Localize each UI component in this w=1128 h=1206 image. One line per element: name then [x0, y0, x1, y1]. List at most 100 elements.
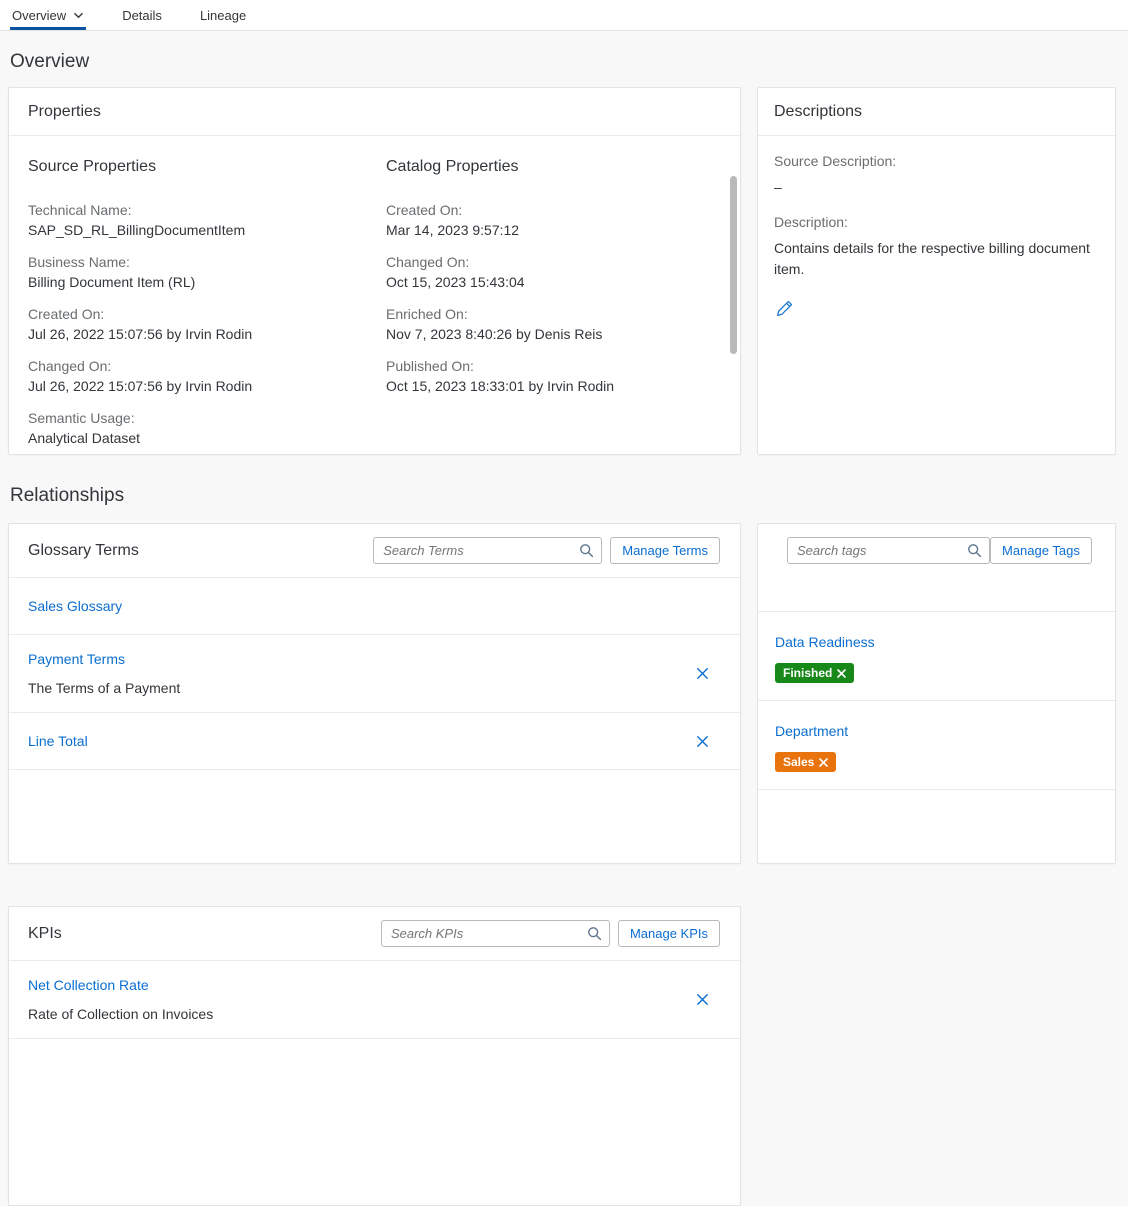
relationships-section: Glossary Terms Manage Terms Sales Glossa…: [8, 523, 1116, 864]
glossary-term-description: The Terms of a Payment: [28, 678, 693, 698]
kpis-card: KPIs Manage KPIs Net Collection Rate Rat…: [8, 906, 741, 1206]
field-value: SAP_SD_RL_BillingDocumentItem: [28, 220, 386, 240]
edit-icon[interactable]: [776, 300, 793, 317]
page-content: Overview Properties Source Properties Te…: [0, 51, 1128, 1206]
remove-kpi-button[interactable]: [693, 990, 712, 1009]
field-published-on: Published On: Oct 15, 2023 18:33:01 by I…: [386, 356, 714, 396]
search-icon[interactable]: [579, 543, 594, 558]
tags-header: Manage Tags: [758, 524, 1115, 612]
field-label: Enriched On:: [386, 304, 714, 324]
field-value: Jul 26, 2022 15:07:56 by Irvin Rodin: [28, 324, 386, 344]
source-description-value: –: [774, 177, 1099, 198]
kpis-search-input[interactable]: [381, 920, 610, 947]
properties-scrollbar-thumb[interactable]: [730, 176, 737, 354]
description-label: Description:: [774, 212, 1099, 232]
field-label: Business Name:: [28, 252, 386, 272]
properties-card: Properties Source Properties Technical N…: [8, 87, 741, 455]
field-value: Billing Document Item (RL): [28, 272, 386, 292]
kpi-item-main: Net Collection Rate Rate of Collection o…: [28, 975, 693, 1024]
glossary-term-link[interactable]: Sales Glossary: [28, 596, 712, 616]
glossary-item-main: Payment Terms The Terms of a Payment: [28, 649, 693, 698]
chevron-down-icon[interactable]: [73, 12, 84, 19]
description-value: Contains details for the respective bill…: [774, 238, 1099, 280]
field-value: Mar 14, 2023 9:57:12: [386, 220, 714, 240]
close-icon: [696, 993, 709, 1006]
glossary-card-title: Glossary Terms: [28, 537, 139, 564]
tag-badge: Finished: [775, 663, 854, 683]
source-properties-title: Source Properties: [28, 156, 386, 178]
glossary-term-link[interactable]: Line Total: [28, 731, 693, 751]
top-section: Properties Source Properties Technical N…: [8, 87, 1116, 455]
tab-overview[interactable]: Overview: [10, 0, 86, 30]
glossary-term-link[interactable]: Payment Terms: [28, 649, 693, 669]
glossary-item-main: Sales Glossary: [28, 596, 712, 616]
tag-group-data-readiness: Data Readiness Finished: [758, 612, 1115, 701]
glossary-item-main: Line Total: [28, 731, 693, 751]
kpi-section-spacer: [757, 906, 1116, 1206]
field-label: Created On:: [386, 200, 714, 220]
field-value: Jul 26, 2022 15:07:56 by Irvin Rodin: [28, 376, 386, 396]
tags-card: Manage Tags Data Readiness Finished Depa…: [757, 523, 1116, 864]
field-catalog-changed-on: Changed On: Oct 15, 2023 15:43:04: [386, 252, 714, 292]
tab-bar: Overview Details Lineage: [0, 0, 1128, 31]
close-icon: [696, 735, 709, 748]
field-value: Oct 15, 2023 15:43:04: [386, 272, 714, 292]
remove-term-button[interactable]: [693, 732, 712, 751]
tag-group-link[interactable]: Data Readiness: [775, 632, 1088, 652]
tags-search: [787, 537, 990, 564]
properties-card-title: Properties: [9, 88, 740, 136]
kpis-header: KPIs Manage KPIs: [9, 907, 740, 961]
field-label: Changed On:: [28, 356, 386, 376]
source-description-label: Source Description:: [774, 151, 1099, 171]
manage-tags-button[interactable]: Manage Tags: [990, 537, 1092, 564]
search-icon[interactable]: [967, 543, 982, 558]
field-label: Changed On:: [386, 252, 714, 272]
manage-terms-button[interactable]: Manage Terms: [610, 537, 720, 564]
field-value: Oct 15, 2023 18:33:01 by Irvin Rodin: [386, 376, 714, 396]
glossary-item-sales-glossary: Sales Glossary: [9, 578, 740, 635]
catalog-properties-column: Catalog Properties Created On: Mar 14, 2…: [386, 156, 714, 455]
field-source-created-on: Created On: Jul 26, 2022 15:07:56 by Irv…: [28, 304, 386, 344]
search-icon[interactable]: [587, 926, 602, 941]
remove-term-button[interactable]: [693, 664, 712, 683]
glossary-terms-card: Glossary Terms Manage Terms Sales Glossa…: [8, 523, 741, 864]
terms-search-input[interactable]: [373, 537, 602, 564]
tags-search-input[interactable]: [787, 537, 990, 564]
tag-badge-label: Finished: [783, 666, 832, 680]
kpi-item-net-collection-rate: Net Collection Rate Rate of Collection o…: [9, 961, 740, 1039]
kpi-description: Rate of Collection on Invoices: [28, 1004, 693, 1024]
source-properties-column: Source Properties Technical Name: SAP_SD…: [28, 156, 386, 455]
catalog-properties-title: Catalog Properties: [386, 156, 714, 178]
tab-lineage[interactable]: Lineage: [198, 0, 248, 30]
properties-body: Source Properties Technical Name: SAP_SD…: [9, 136, 740, 455]
manage-kpis-button[interactable]: Manage KPIs: [618, 920, 720, 947]
kpis-card-title: KPIs: [28, 920, 62, 947]
glossary-item-line-total: Line Total: [9, 713, 740, 770]
kpis-search: [381, 920, 610, 947]
field-label: Semantic Usage:: [28, 408, 386, 428]
relationships-title: Relationships: [10, 485, 1116, 507]
field-technical-name: Technical Name: SAP_SD_RL_BillingDocumen…: [28, 200, 386, 240]
tab-details-label: Details: [122, 8, 162, 23]
kpi-link[interactable]: Net Collection Rate: [28, 975, 693, 995]
remove-tag-icon[interactable]: [837, 669, 846, 678]
glossary-item-payment-terms: Payment Terms The Terms of a Payment: [9, 635, 740, 713]
field-catalog-created-on: Created On: Mar 14, 2023 9:57:12: [386, 200, 714, 240]
descriptions-card-title: Descriptions: [758, 88, 1115, 136]
field-semantic-usage: Semantic Usage: Analytical Dataset: [28, 408, 386, 448]
tag-group-link[interactable]: Department: [775, 721, 1088, 741]
remove-tag-icon[interactable]: [819, 758, 828, 767]
field-value: Analytical Dataset: [28, 428, 386, 448]
tab-overview-label: Overview: [12, 8, 66, 23]
descriptions-card: Descriptions Source Description: – Descr…: [757, 87, 1116, 455]
kpi-section: KPIs Manage KPIs Net Collection Rate Rat…: [8, 906, 1116, 1206]
tab-details[interactable]: Details: [120, 0, 164, 30]
field-label: Technical Name:: [28, 200, 386, 220]
tag-group-department: Department Sales: [758, 701, 1115, 790]
close-icon: [696, 667, 709, 680]
field-enriched-on: Enriched On: Nov 7, 2023 8:40:26 by Deni…: [386, 304, 714, 344]
terms-search: [373, 537, 602, 564]
glossary-header: Glossary Terms Manage Terms: [9, 524, 740, 578]
tag-badge: Sales: [775, 752, 836, 772]
field-business-name: Business Name: Billing Document Item (RL…: [28, 252, 386, 292]
